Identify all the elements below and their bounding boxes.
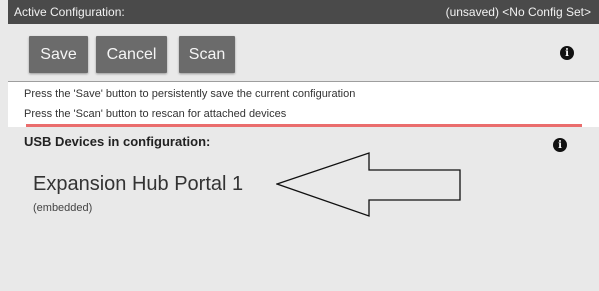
- accent-divider: [26, 124, 582, 127]
- arrow-left-outline-icon: [276, 152, 461, 217]
- config-status: (unsaved) <No Config Set>: [445, 5, 591, 19]
- toolbar: Save Cancel Scan i: [8, 24, 599, 80]
- usb-info-icon[interactable]: i: [553, 138, 567, 152]
- device-name[interactable]: Expansion Hub Portal 1: [33, 173, 243, 196]
- save-button[interactable]: Save: [29, 36, 88, 73]
- device-subtitle: (embedded): [33, 202, 93, 214]
- scan-help-text: Press the 'Scan' button to rescan for at…: [24, 108, 287, 120]
- title-bar: Active Configuration: (unsaved) <No Conf…: [8, 0, 599, 24]
- save-help-text: Press the 'Save' button to persistently …: [24, 88, 356, 100]
- usb-devices-header: USB Devices in configuration:: [24, 134, 211, 149]
- scan-button[interactable]: Scan: [179, 36, 235, 73]
- cancel-button[interactable]: Cancel: [96, 36, 167, 73]
- configuration-screen: Active Configuration: (unsaved) <No Conf…: [0, 0, 599, 291]
- help-text-area: Press the 'Save' button to persistently …: [8, 82, 599, 127]
- active-configuration-label: Active Configuration:: [14, 5, 125, 19]
- info-icon[interactable]: i: [560, 46, 574, 60]
